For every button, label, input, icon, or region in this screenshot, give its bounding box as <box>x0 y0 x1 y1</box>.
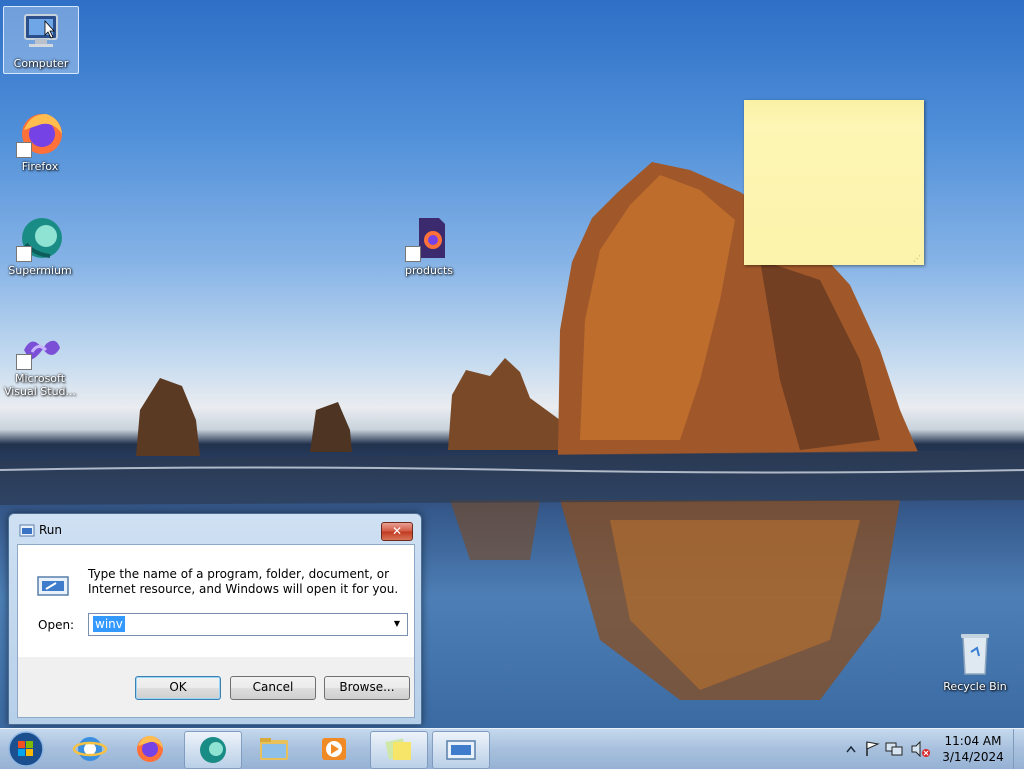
taskbar-media-player[interactable] <box>306 731 362 767</box>
desktop-icon-recycle-bin[interactable]: Recycle Bin <box>938 630 1012 693</box>
clock[interactable]: 11:04 AM 3/14/2024 <box>930 733 1016 765</box>
taskbar: 11:04 AM 3/14/2024 <box>0 728 1024 769</box>
taskbar-internet-explorer[interactable] <box>62 731 118 767</box>
taskbar-supermium[interactable] <box>184 731 242 769</box>
run-title-icon <box>19 524 35 537</box>
desktop-icon-label: Microsoft Visual Stud... <box>3 372 77 398</box>
open-input-selected-text[interactable]: winv <box>93 616 125 632</box>
dialog-content-area <box>18 545 414 657</box>
resize-grip-icon[interactable]: ⋰ <box>913 254 921 263</box>
desktop-icon-label: products <box>404 264 454 277</box>
desktop-icon-label: Recycle Bin <box>943 680 1007 693</box>
computer-icon <box>17 7 65 55</box>
desktop-icon-products[interactable]: products <box>392 214 466 277</box>
desktop-icon-computer[interactable]: Computer <box>3 6 79 74</box>
desktop-icon-label: Firefox <box>21 160 59 173</box>
desktop-icon-visual-studio[interactable]: Microsoft Visual Stud... <box>3 330 77 398</box>
show-desktop-button[interactable] <box>1013 729 1024 769</box>
tray-icons <box>846 740 930 758</box>
visual-studio-icon <box>16 330 64 370</box>
browse-button[interactable]: Browse... <box>324 676 410 700</box>
action-center-flag-icon[interactable] <box>866 741 880 756</box>
firefox-icon <box>16 110 64 158</box>
dialog-description: Type the name of a program, folder, docu… <box>88 567 399 596</box>
clock-time: 11:04 AM <box>944 734 1002 748</box>
cancel-button[interactable]: Cancel <box>230 676 316 700</box>
run-program-icon <box>37 576 69 596</box>
desktop-icon-label: Supermium <box>8 264 72 277</box>
shortcut-arrow-icon <box>16 142 32 158</box>
internet-explorer-icon <box>72 737 108 761</box>
taskbar-firefox[interactable] <box>122 731 178 767</box>
dialog-title: Run <box>39 523 63 537</box>
supermium-icon <box>16 214 64 262</box>
start-button[interactable] <box>6 730 46 768</box>
desktop-icon-supermium[interactable]: Supermium <box>3 214 77 277</box>
firefox-icon <box>137 735 163 762</box>
run-dialog[interactable]: Run ✕ Type the name of a program, folder… <box>8 513 422 725</box>
shortcut-arrow-icon <box>405 246 421 262</box>
desktop-icon-firefox[interactable]: Firefox <box>3 110 77 173</box>
taskbar-file-explorer[interactable] <box>246 731 302 767</box>
shortcut-arrow-icon <box>16 246 32 262</box>
clock-date: 3/14/2024 <box>942 750 1004 764</box>
file-explorer-icon <box>260 738 288 760</box>
taskbar-sticky-notes[interactable] <box>370 731 428 769</box>
show-hidden-icons-chevron[interactable] <box>846 745 856 753</box>
shortcut-arrow-icon <box>16 354 32 370</box>
dialog-body: Type the name of a program, folder, docu… <box>17 544 415 718</box>
windows-start-orb-icon <box>8 731 44 767</box>
volume-muted-icon[interactable] <box>911 740 930 758</box>
sticky-notes-icon <box>385 738 411 760</box>
recycle-bin-icon <box>951 630 999 678</box>
sticky-note[interactable]: ⋰ <box>744 100 924 265</box>
close-button[interactable]: ✕ <box>381 522 413 541</box>
open-combobox[interactable]: winv ▼ <box>88 613 408 636</box>
supermium-icon <box>200 737 226 763</box>
dropdown-arrow-icon[interactable]: ▼ <box>389 615 405 632</box>
open-label: Open: <box>38 618 75 632</box>
ok-button[interactable]: OK <box>135 676 221 700</box>
run-window-icon <box>446 740 476 760</box>
firefox-document-icon <box>405 214 453 262</box>
network-icon[interactable] <box>885 742 903 756</box>
media-player-icon <box>322 738 346 760</box>
taskbar-run[interactable] <box>432 731 490 769</box>
desktop-icon-label: Computer <box>13 57 69 70</box>
